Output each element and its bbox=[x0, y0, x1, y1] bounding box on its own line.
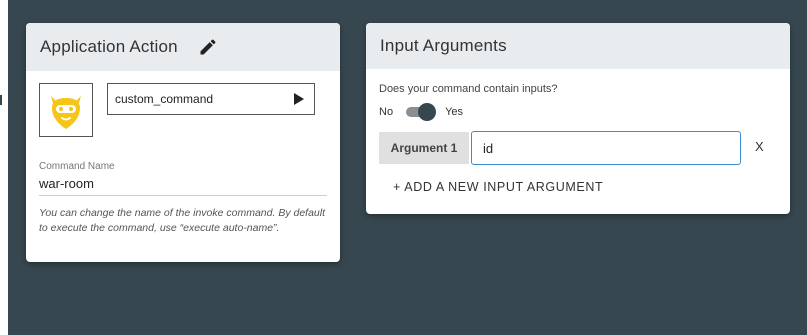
command-name-help: You can change the name of the invoke co… bbox=[39, 207, 326, 234]
remove-argument-button[interactable]: X bbox=[755, 139, 764, 154]
command-selector[interactable]: custom_command bbox=[107, 83, 315, 115]
inputs-question: Does your command contain inputs? bbox=[379, 83, 558, 95]
command-name-field[interactable]: war-room bbox=[39, 176, 94, 191]
add-input-argument-button[interactable]: + ADD A NEW INPUT ARGUMENT bbox=[393, 180, 603, 194]
inputs-toggle-row: No Yes bbox=[379, 103, 463, 121]
toggle-off-label: No bbox=[379, 106, 394, 118]
play-icon[interactable] bbox=[294, 93, 304, 105]
argument-row: Argument 1 X bbox=[379, 131, 779, 165]
input-arguments-card: Input Arguments Does your command contai… bbox=[366, 23, 790, 214]
input-arguments-header: Input Arguments bbox=[366, 23, 790, 69]
input-arguments-title: Input Arguments bbox=[380, 36, 507, 55]
toggle-on-label: Yes bbox=[445, 106, 464, 118]
argument-label: Argument 1 bbox=[379, 132, 469, 164]
inputs-toggle[interactable] bbox=[404, 103, 437, 121]
application-action-title: Application Action bbox=[40, 37, 178, 56]
toggle-thumb[interactable] bbox=[418, 103, 437, 121]
application-action-card: Application Action custom_command Comman… bbox=[26, 23, 340, 262]
robot-logo-icon bbox=[51, 96, 81, 129]
command-name-underline bbox=[39, 195, 327, 196]
application-action-header: Application Action bbox=[26, 23, 340, 71]
command-name-label: Command Name bbox=[39, 161, 115, 172]
pencil-icon[interactable] bbox=[198, 37, 218, 57]
app-logo[interactable] bbox=[39, 83, 93, 137]
left-edge-strip bbox=[0, 0, 8, 335]
edge-mark bbox=[0, 95, 2, 105]
argument-input[interactable] bbox=[471, 131, 741, 165]
command-value: custom_command bbox=[115, 92, 214, 106]
